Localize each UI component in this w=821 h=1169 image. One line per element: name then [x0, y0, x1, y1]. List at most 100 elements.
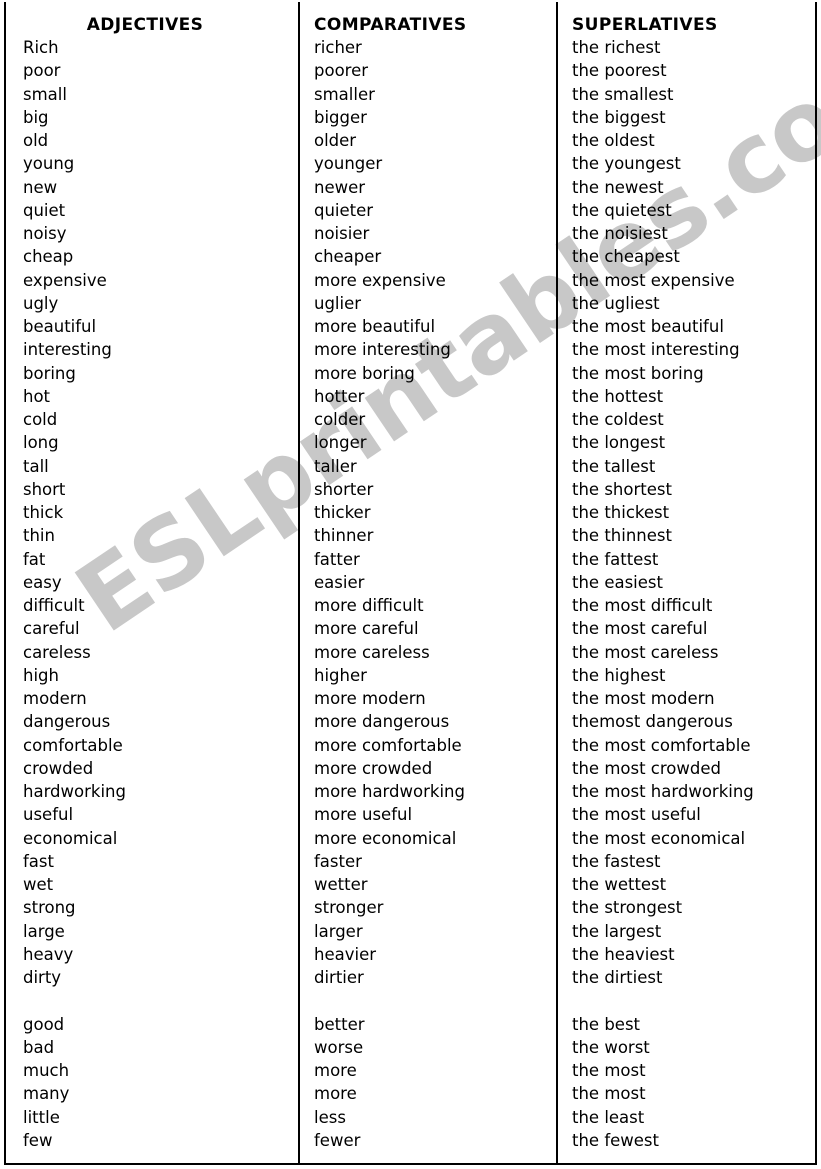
word-item: cheap — [23, 247, 74, 267]
word-item: beautiful — [23, 317, 97, 336]
word-item: stronger — [314, 898, 384, 918]
word-item: the hottest — [572, 386, 664, 406]
word-item: expensive — [23, 270, 107, 290]
word-item: thicker — [314, 503, 371, 522]
word-item: new — [23, 177, 58, 197]
word-item: the most beautiful — [572, 317, 724, 336]
word-item: more expensive — [314, 270, 446, 290]
word-item: the most careless — [572, 642, 719, 662]
word-item: tall — [23, 456, 49, 476]
word-item: more careful — [314, 619, 419, 639]
word-item: many — [23, 1084, 70, 1104]
word-item: the newest — [572, 177, 664, 197]
word-item: fatter — [314, 549, 360, 569]
word-item: noisier — [314, 224, 370, 243]
word-item: the fewest — [572, 1130, 659, 1150]
word-item: Rich — [23, 38, 59, 57]
word-item: ugly — [23, 293, 59, 313]
word-item: more useful — [314, 805, 413, 825]
word-item: economical — [23, 828, 118, 848]
word-item: the least — [572, 1107, 645, 1127]
word-item: the most — [572, 1084, 646, 1104]
word-item: the highest — [572, 665, 666, 685]
word-item: short — [23, 479, 66, 499]
word-item: the smallest — [572, 84, 674, 104]
word-item: richer — [314, 38, 362, 57]
word-item: the most careful — [572, 619, 708, 639]
word-item: dangerous — [23, 712, 111, 732]
word-item: hotter — [314, 386, 365, 406]
word-item: the most modern — [572, 689, 715, 708]
word-item: boring — [23, 363, 76, 383]
word-item: the easiest — [572, 572, 663, 592]
word-item: old — [23, 131, 49, 150]
word-item: the biggest — [572, 107, 666, 127]
word-item: colder — [314, 410, 366, 429]
word-item: careful — [23, 619, 80, 639]
word-item: the most expensive — [572, 270, 735, 290]
word-item: the ugliest — [572, 293, 660, 313]
word-item: wet — [23, 875, 54, 894]
word-item: the most — [572, 1061, 646, 1080]
word-item: poorer — [314, 61, 369, 81]
word-item: smaller — [314, 84, 375, 104]
word-item: high — [23, 665, 59, 685]
word-item: the shortest — [572, 479, 672, 499]
word-item: the worst — [572, 1037, 650, 1057]
column-header-superlatives: SUPERLATIVES — [572, 15, 718, 35]
word-item: the most boring — [572, 363, 704, 383]
adjective-forms-table: ADJECTIVES Rich poor small big old young new qu… — [4, 2, 817, 1165]
word-item: the tallest — [572, 456, 656, 476]
word-item: the most interesting — [572, 340, 740, 360]
comparatives-list: richer poorer smaller bigger older younger new… — [300, 36, 556, 1152]
word-item: the dirtiest — [572, 968, 663, 987]
word-item: the most difficult — [572, 596, 713, 615]
word-item: longer — [314, 433, 367, 453]
word-item: wetter — [314, 875, 368, 894]
word-item: the most crowded — [572, 758, 721, 778]
word-item: quiet — [23, 200, 66, 220]
word-item: easy — [23, 572, 62, 592]
word-item: the heaviest — [572, 944, 675, 964]
word-item: the fastest — [572, 851, 661, 871]
word-item: the most comfortable — [572, 735, 751, 755]
word-item: the poorest — [572, 61, 667, 81]
word-item: long — [23, 433, 59, 453]
word-item: more economical — [314, 828, 457, 848]
word-item: more beautiful — [314, 317, 436, 336]
word-item: more hardworking — [314, 782, 465, 801]
word-item: themost dangerous — [572, 712, 733, 732]
word-item: cold — [23, 410, 58, 429]
word-item: useful — [23, 805, 74, 825]
word-item: much — [23, 1061, 70, 1080]
word-item: the wettest — [572, 875, 667, 894]
word-item: more modern — [314, 689, 426, 708]
word-item: careless — [23, 642, 91, 662]
word-item: small — [23, 84, 67, 104]
word-item: the strongest — [572, 898, 683, 918]
word-item: heavier — [314, 944, 377, 964]
column-superlatives: SUPERLATIVES the richest the poorest the s… — [558, 2, 815, 1163]
column-comparatives: COMPARATIVES richer poorer smaller bigger ol… — [300, 2, 558, 1163]
word-item: more boring — [314, 363, 415, 383]
word-item: worse — [314, 1037, 364, 1057]
word-item: faster — [314, 851, 362, 871]
word-item: few — [23, 1130, 53, 1150]
word-item: big — [23, 107, 49, 127]
word-item: taller — [314, 456, 357, 476]
word-item: the fattest — [572, 549, 659, 569]
word-item: the quietest — [572, 200, 672, 220]
word-item: more interesting — [314, 340, 451, 360]
word-item: easier — [314, 572, 365, 592]
word-item: hardworking — [23, 782, 126, 801]
word-item: larger — [314, 921, 363, 941]
list-spacer — [6, 989, 298, 1012]
word-item: older — [314, 131, 357, 150]
word-item: the thickest — [572, 503, 670, 522]
word-item: thin — [23, 526, 55, 546]
word-item: bigger — [314, 107, 367, 127]
word-item: the most hardworking — [572, 782, 754, 801]
word-item: bad — [23, 1037, 55, 1057]
word-item: cheaper — [314, 247, 382, 267]
word-item: the oldest — [572, 131, 655, 150]
